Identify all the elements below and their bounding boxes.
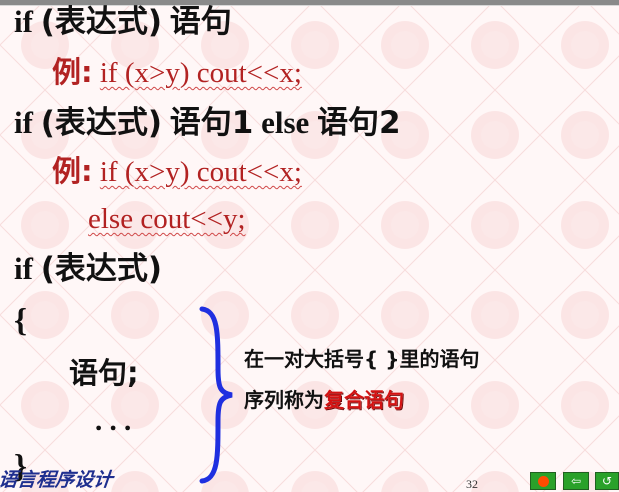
open-brace: { (14, 303, 28, 339)
else-example-line: else cout<<y; (88, 205, 246, 234)
page-number: 32 (466, 477, 478, 491)
stop-button[interactable] (530, 472, 556, 490)
if-example-line: 例: if (x>y) cout<<x; (52, 58, 302, 88)
condition-text: (表达式) (40, 251, 163, 287)
else-code: else cout<<y; (88, 203, 246, 235)
return-button[interactable]: ↺ (595, 472, 619, 490)
compound-statement-term: 复合语句 (324, 388, 404, 412)
compound-statement: 语句; (69, 356, 139, 390)
statement2-text: 语句2 (317, 105, 401, 141)
back-button[interactable]: ⇦ (563, 472, 589, 490)
statement-text: 语句 (169, 4, 232, 40)
note-prefix: 序列称为 (244, 388, 324, 412)
return-icon: ↺ (601, 474, 613, 488)
if-else-example-line: 例: if (x>y) cout<<x; (52, 157, 302, 187)
if-keyword: if (14, 251, 33, 286)
slide: if (表达式) 语句 例: if (x>y) cout<<x; if (表达式… (0, 0, 619, 492)
if-else-syntax-line: if (表达式) 语句1 else 语句2 (14, 107, 401, 139)
compound-note-line2: 序列称为复合语句 (244, 384, 404, 413)
example-code: if (x>y) cout<<x; (99, 156, 302, 188)
ellipsis: . . . (95, 405, 132, 437)
if-keyword: if (14, 4, 33, 39)
condition-text: (表达式) (40, 4, 163, 40)
example-label: 例: (52, 55, 93, 89)
example-code: if (x>y) cout<<x; (99, 57, 302, 89)
example-label: 例: (52, 154, 93, 188)
back-arrow-icon: ⇦ (570, 474, 582, 488)
compound-note-line1: 在一对大括号{ }里的语句 (244, 347, 480, 371)
if-keyword: if (14, 105, 33, 140)
compound-if-line: if (表达式) (14, 253, 162, 285)
else-keyword: else (261, 105, 310, 140)
curly-brace-icon (199, 306, 233, 484)
stop-icon (537, 475, 549, 487)
condition-text: (表达式) (40, 105, 163, 141)
if-syntax-line: if (表达式) 语句 (14, 6, 232, 38)
footer-course-title: 语言程序设计 (0, 469, 114, 491)
statement1-text: 语句1 (169, 105, 254, 141)
